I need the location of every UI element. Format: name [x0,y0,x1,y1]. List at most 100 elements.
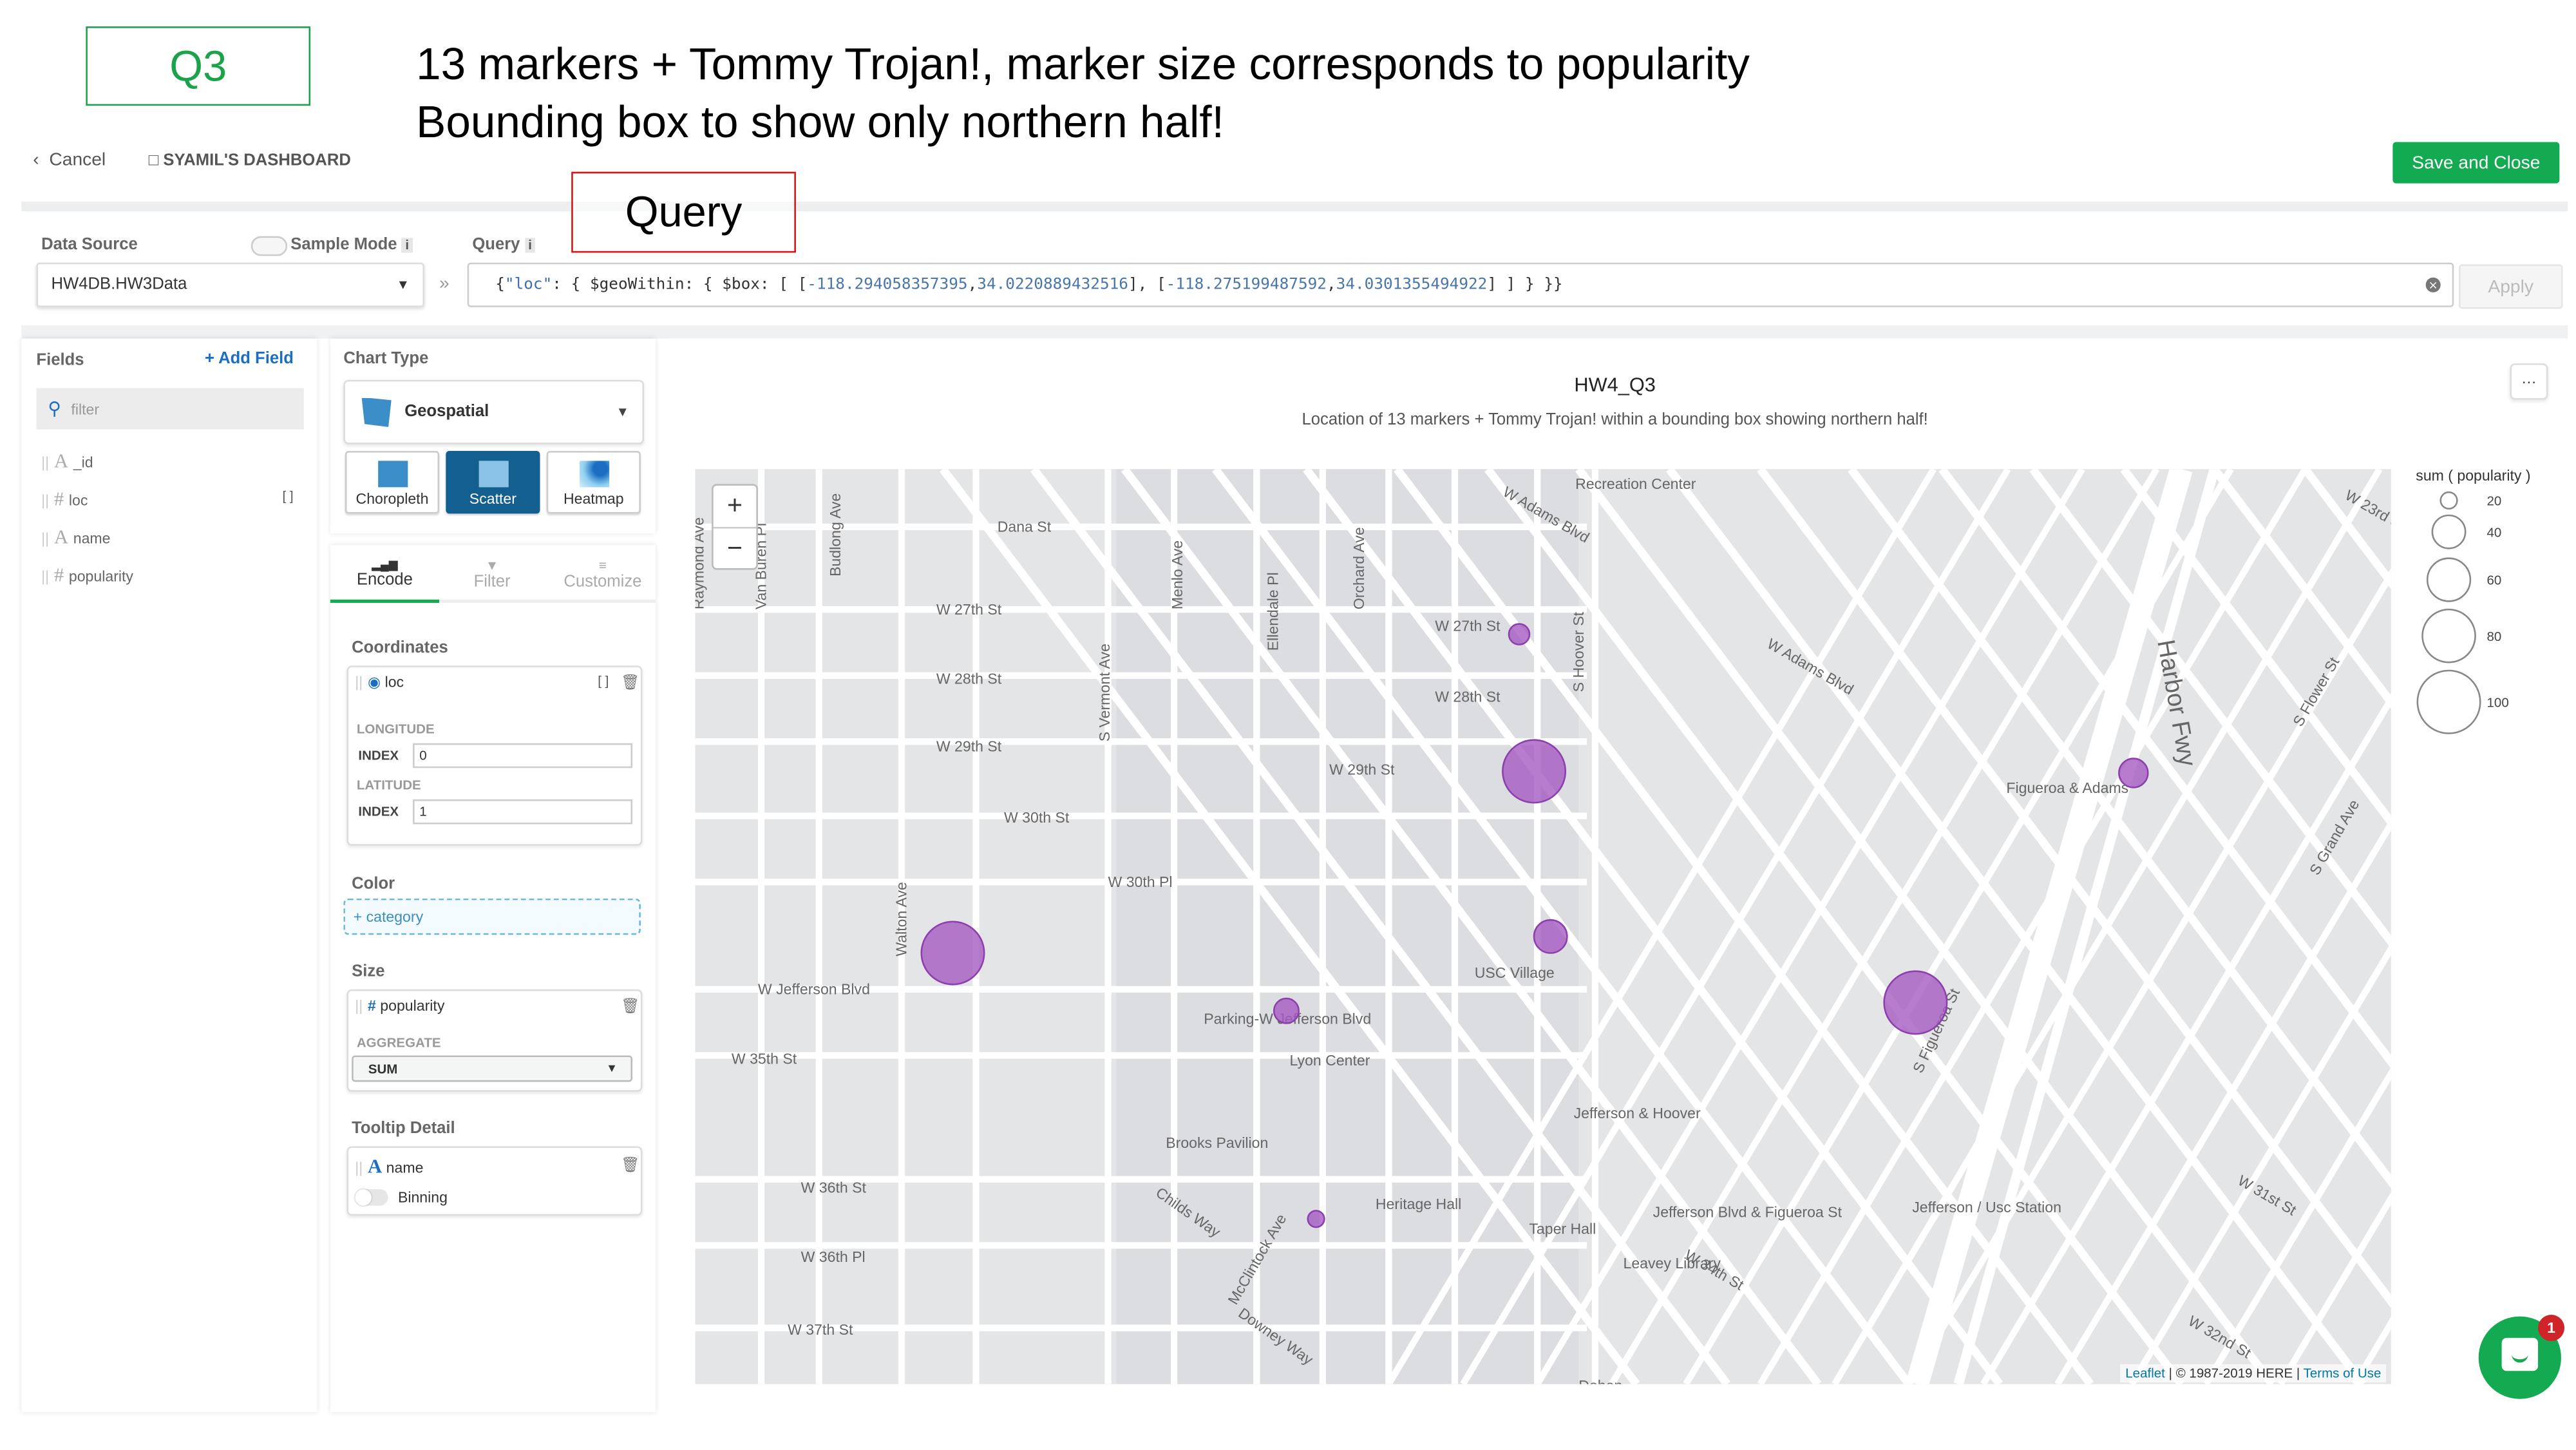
filter-placeholder: filter [71,400,100,417]
drag-handle-icon[interactable]: || [41,492,49,509]
size-field-pill[interactable]: || # popularity [355,998,444,1015]
longitude-index-input[interactable]: 0 [413,743,633,768]
heatmap-icon [578,461,609,488]
color-drop-zone[interactable]: + category [343,898,641,935]
legend-circle [2431,514,2467,549]
trash-icon[interactable]: 🗑 [621,998,639,1016]
active-tab-indicator [330,599,440,603]
field-item-id[interactable]: || A _id [41,449,93,473]
chart-type-select[interactable]: Geospatial ▼ [343,379,644,444]
legend-value: 60 [2487,573,2502,588]
cancel-label: Cancel [49,150,106,171]
info-icon[interactable]: i [525,238,536,253]
chart-title: HW4_Q3 [1574,373,1656,397]
field-name: _id [73,454,93,471]
zoom-out-button[interactable]: − [714,529,757,570]
tab-encode[interactable]: ▂▄▆ Encode [332,558,437,589]
data-source-select[interactable]: HW4DB.HW3Data ▼ [36,262,424,307]
field-item-name[interactable]: || Aname [41,525,110,549]
map-attribution: Leaflet | © 1987-2019 HERE | Terms of Us… [2120,1364,2387,1383]
zoom-in-button[interactable]: + [713,486,757,529]
legend-circle [2416,669,2481,734]
legend-value: 100 [2487,695,2509,710]
binning-label: Binning [397,1189,448,1206]
caret-down-icon: ▼ [606,1062,618,1074]
number-field-icon: # [367,997,376,1015]
terms-link[interactable]: Terms of Use [2304,1366,2382,1381]
size-title: Size [352,962,385,982]
map-marker[interactable] [1883,970,1948,1035]
sample-mode-toggle[interactable] [251,236,288,256]
map-marker[interactable] [2118,758,2149,788]
search-icon: ⚲ [48,399,62,420]
trash-icon[interactable]: 🗑 [621,674,639,692]
leaflet-link[interactable]: Leaflet [2125,1366,2165,1381]
map-marker[interactable] [1502,739,1567,804]
encode-icon: ▂▄▆ [372,560,398,572]
notification-badge: 1 [2538,1315,2565,1342]
drag-handle-icon[interactable]: || [41,530,49,547]
map-marker[interactable] [1508,623,1531,645]
scatter-map-icon [478,461,508,488]
chart-subtitle: Location of 13 markers + Tommy Trojan! w… [1302,411,1928,430]
apply-button[interactable]: Apply [2458,264,2563,309]
map-marker[interactable] [1273,997,1300,1024]
trash-icon[interactable]: 🗑 [621,1156,639,1174]
dashboard-label: SYAMIL'S DASHBOARD [163,151,351,171]
latitude-index-input[interactable]: 1 [413,799,633,825]
field-filter-input[interactable]: ⚲ filter [36,388,304,430]
drag-handle-icon[interactable]: || [41,568,49,585]
index-label: INDEX [358,748,399,763]
subtype-heatmap-button[interactable]: Heatmap [546,450,641,514]
marker-layer [920,623,2149,1228]
chevron-double-right-icon: » [439,274,450,294]
field-name: popularity [68,568,133,585]
tab-filter[interactable]: ▼ Filter [439,558,545,591]
query-input[interactable]: { "loc": { $geoWithin: { $box: [ [ -118.… [467,262,2454,307]
tab-customize[interactable]: ≡ Customize [550,558,656,591]
add-field-button[interactable]: + Add Field [205,350,294,368]
aggregate-select[interactable]: SUM ▼ [352,1055,633,1082]
string-field-icon: A [367,1154,383,1178]
tooltip-title: Tooltip Detail [352,1120,455,1138]
tooltip-field-pill[interactable]: || A name [355,1154,423,1179]
coordinates-title: Coordinates [352,639,448,658]
coord-field-pill[interactable]: || ◉ loc [355,674,404,692]
longitude-label: LONGITUDE [356,721,435,737]
divider [21,201,2568,212]
fields-title: Fields [36,352,84,370]
map-marker[interactable] [1533,919,1568,954]
data-source-label: Data Source [41,236,138,254]
array-icon[interactable]: [ ] [598,674,609,689]
index-label: INDEX [358,804,399,819]
filter-icon: ▼ [485,558,499,573]
map-marker[interactable] [920,921,985,986]
sample-mode-label: Sample Mode i [290,236,413,254]
field-item-popularity[interactable]: || # popularity [41,563,133,587]
dashboard-icon: □ [148,151,159,171]
chat-icon [2501,1337,2539,1371]
caret-down-icon: ▼ [616,405,629,420]
field-name: name [73,530,111,547]
binning-toggle[interactable] [355,1189,388,1206]
size-legend-title: sum ( popularity ) [2416,467,2531,484]
clear-icon[interactable]: × [2425,277,2441,292]
field-item-loc[interactable]: || # loc [41,487,88,511]
array-icon[interactable]: [ ] [282,489,293,504]
legend-value: 80 [2487,629,2502,644]
cancel-link[interactable]: ‹ Cancel [33,150,106,170]
map-marker[interactable] [1307,1210,1325,1228]
drag-handle-icon[interactable]: || [41,454,49,471]
info-icon[interactable]: i [402,238,413,253]
subtype-scatter-button[interactable]: Scatter [446,450,540,514]
sliders-icon: ≡ [598,558,607,573]
chart-menu-button[interactable]: ··· [2510,363,2548,400]
map[interactable]: Dana St W 27th St W 28th St W 29th St W 30th… [695,469,2391,1384]
color-title: Color [352,875,395,894]
subtype-choropleth-button[interactable]: Choropleth [345,450,440,514]
dashboard-link[interactable]: □ SYAMIL'S DASHBOARD [149,152,351,170]
legend-value: 20 [2487,494,2502,509]
save-and-close-button[interactable]: Save and Close [2392,142,2560,184]
number-type-icon: # [53,487,64,511]
legend-value: 40 [2487,525,2502,540]
